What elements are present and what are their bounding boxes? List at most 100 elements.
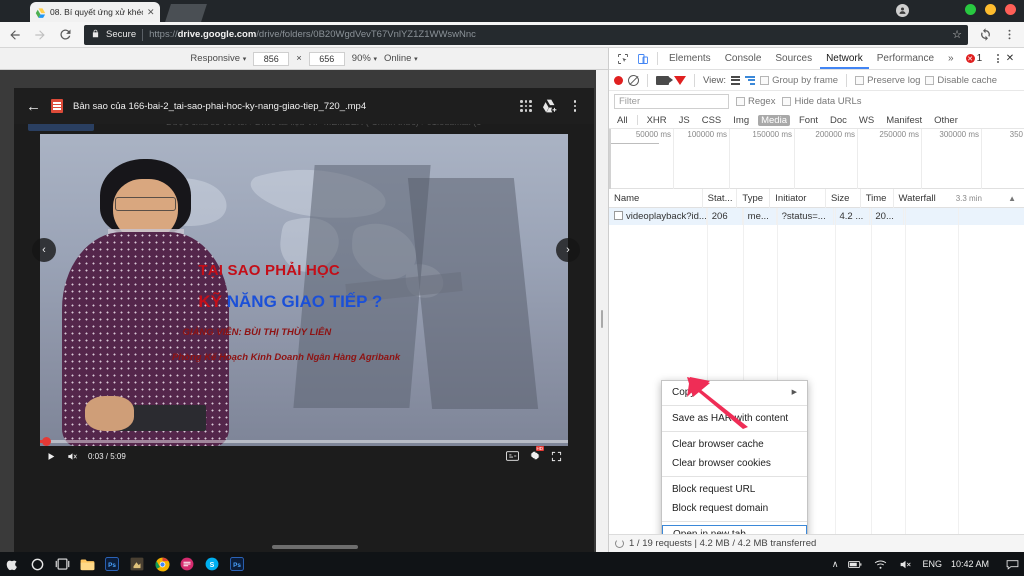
window-zoom-button[interactable] [965,4,976,15]
tab-sources[interactable]: Sources [769,48,818,69]
tab-close-icon[interactable]: ✕ [147,7,155,17]
column-time[interactable]: Time [861,188,894,208]
camera-icon[interactable] [656,75,673,85]
tab-console[interactable]: Console [719,48,768,69]
sync-icon[interactable] [977,27,993,43]
app-icon[interactable] [129,556,145,572]
photoshop-icon[interactable]: Ps [104,556,120,572]
context-menu-item-block-url[interactable]: Block request URL [662,480,807,499]
forward-button[interactable] [32,27,48,43]
grid-icon[interactable] [520,100,532,112]
previous-file-button[interactable]: ‹ [32,238,56,262]
column-waterfall[interactable]: Waterfall 3.3 min [894,189,1009,208]
viewport-height-input[interactable]: 656 [308,51,345,66]
context-menu-item-save-har[interactable]: Save as HAR with content [662,409,807,428]
type-filter-all[interactable]: All [614,115,631,126]
devtools-close-icon[interactable]: ✕ [1001,50,1019,68]
clock[interactable]: 10:42 AM [951,559,989,569]
next-file-button[interactable]: › [556,238,580,262]
tab-network[interactable]: Network [820,48,869,69]
devtools-splitter[interactable] [596,70,608,552]
zoom-selector[interactable]: 90% ▾ [352,53,377,64]
video-progress-bar[interactable] [40,440,568,443]
profile-avatar-icon[interactable] [896,4,909,17]
battery-icon[interactable] [847,556,863,572]
column-status[interactable]: Stat... [703,188,738,208]
window-close-button[interactable] [1005,4,1016,15]
type-filter-ws[interactable]: WS [856,115,877,126]
column-initiator[interactable]: Initiator [770,188,826,208]
browser-tab[interactable]: 08. Bí quyết ứng xử khéo ✕ [30,2,160,22]
device-toolbar-icon[interactable] [634,50,652,68]
hide-data-urls-checkbox[interactable]: Hide data URLs [782,96,862,107]
drive-add-icon[interactable] [542,99,558,113]
column-type[interactable]: Type [737,188,771,208]
device-selector[interactable]: Responsive ▾ [190,53,246,64]
type-filter-media[interactable]: Media [758,114,790,126]
back-button[interactable] [7,27,23,43]
tab-performance[interactable]: Performance [871,48,940,69]
type-filter-other[interactable]: Other [931,115,961,126]
type-filter-js[interactable]: JS [676,115,693,126]
bookmark-star-icon[interactable]: ☆ [952,28,962,41]
inspect-element-icon[interactable] [614,50,632,68]
window-minimize-button[interactable] [985,4,996,15]
devtools-menu-icon[interactable] [997,54,999,63]
context-menu-item-clear-cookies[interactable]: Clear browser cookies [662,454,807,473]
task-view-icon[interactable] [54,556,70,572]
network-overview-timeline[interactable]: 50000 ms 100000 ms 150000 ms 200000 ms 2… [609,129,1024,189]
tab-elements[interactable]: Elements [663,48,717,69]
captions-icon[interactable] [506,451,519,461]
photoshop-2-icon[interactable]: Ps [229,556,245,572]
record-button-icon[interactable] [614,75,623,85]
type-filter-xhr[interactable]: XHR [644,115,670,126]
file-explorer-icon[interactable] [79,556,95,572]
column-name[interactable]: Name [609,188,703,208]
context-menu-item-clear-cache[interactable]: Clear browser cache [662,435,807,454]
chrome-menu-button[interactable] [1001,27,1017,43]
cortana-icon[interactable] [29,556,45,572]
mute-volume-icon[interactable] [66,451,78,462]
column-size[interactable]: Size [826,188,861,208]
settings-gear-icon[interactable]: HD [529,446,544,462]
video-player[interactable]: TẠI SAO PHẢI HỌC KỸ NĂNG GIAO TIẾP ? GIẢ… [40,134,568,446]
chrome-icon[interactable] [154,556,170,572]
reload-button[interactable] [57,27,73,43]
context-menu-item-block-domain[interactable]: Block request domain [662,499,807,518]
skype-icon[interactable]: S [204,556,220,572]
sort-caret-icon[interactable]: ▲ [1008,194,1024,203]
disable-cache-checkbox[interactable]: Disable cache [925,75,997,86]
more-tabs-button[interactable]: » [942,48,960,69]
filter-input[interactable]: Filter [614,94,729,109]
type-filter-css[interactable]: CSS [699,115,725,126]
notification-icon[interactable] [1004,556,1020,572]
clear-button-icon[interactable] [628,74,639,86]
viewport-width-input[interactable]: 856 [253,51,290,66]
language-indicator[interactable]: ENG [922,559,942,569]
preview-more-icon[interactable] [568,98,582,114]
fullscreen-icon[interactable] [551,451,562,462]
context-menu-item-open-in-new-tab[interactable]: Open in new tab [662,525,807,534]
type-filter-doc[interactable]: Doc [827,115,850,126]
funnel-filter-icon[interactable] [674,75,686,85]
play-button[interactable] [46,451,56,462]
address-bar[interactable]: Secure https://drive.google.com/drive/fo… [84,24,968,45]
new-tab-button[interactable] [165,4,207,22]
video-progress-knob[interactable] [41,437,51,446]
type-filter-manifest[interactable]: Manifest [883,115,925,126]
tray-chevron-icon[interactable]: ∧ [832,559,839,570]
type-filter-font[interactable]: Font [796,115,821,126]
media-app-icon[interactable] [179,556,195,572]
error-count-badge[interactable]: ✕ 1 [965,53,982,64]
start-icon[interactable] [4,556,20,572]
horizontal-scrollbar[interactable] [272,545,358,549]
waterfall-view-icon[interactable] [745,75,756,85]
preview-back-button[interactable]: ← [26,99,41,114]
preserve-log-checkbox[interactable]: Preserve log [855,75,920,86]
regex-checkbox[interactable]: Regex [736,96,775,107]
type-filter-img[interactable]: Img [730,115,752,126]
context-menu-item-copy[interactable]: Copy ▶ [662,383,807,402]
throttling-selector[interactable]: Online ▾ [384,53,418,64]
list-view-icon[interactable] [731,75,741,85]
wifi-icon[interactable] [872,556,888,572]
